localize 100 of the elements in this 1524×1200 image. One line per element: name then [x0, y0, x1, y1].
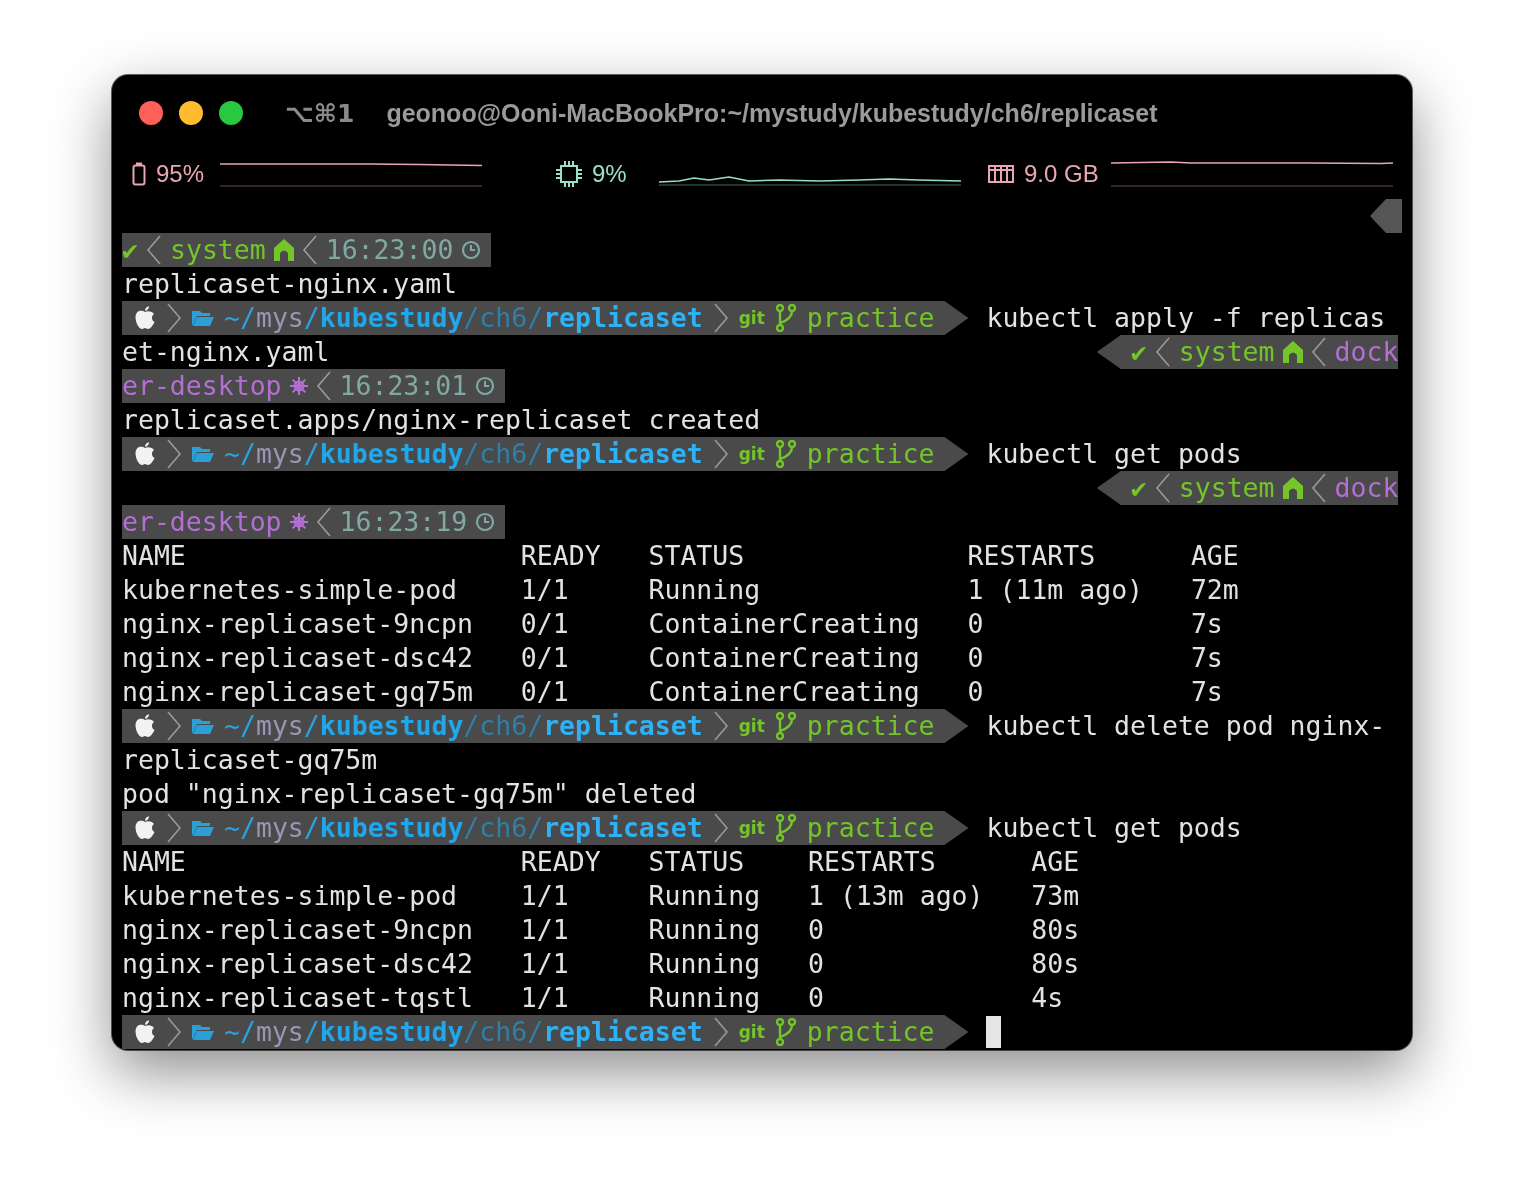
folder-icon [192, 310, 214, 326]
chevron-right-icon [712, 813, 729, 843]
cluster-name: er-desktop [122, 505, 282, 539]
path-text: ~/mys/kubestudy/ch6/replicaset [224, 1015, 703, 1049]
branch-icon [774, 440, 797, 468]
table-cell: 73m [1031, 880, 1080, 911]
branch-name: practice [806, 1015, 935, 1049]
table-cell: nginx-replicaset-dsc42 [122, 642, 473, 673]
column-header: READY [520, 846, 601, 877]
column-header: RESTARTS [808, 846, 936, 877]
column-header: READY [520, 540, 601, 571]
chevron-right-icon [166, 1017, 182, 1047]
output-text: replicaset-nginx.yaml [122, 267, 458, 301]
memory-value: 9.0 GB [1024, 160, 1099, 188]
chevron-right-icon [712, 711, 729, 741]
table-cell: 7s [1190, 676, 1223, 707]
ship-wheel-icon [289, 513, 308, 531]
window-title: geonoo@Ooni-MacBookPro:~/mystudy/kubestudy/ch6/replicaset [386, 98, 1158, 128]
path-text: ~/mys/kubestudy/ch6/replicaset [224, 301, 703, 335]
table-cell: Running [648, 880, 761, 911]
table-cell: Running [648, 982, 761, 1013]
branch-name: practice [806, 811, 935, 845]
clock-icon [475, 512, 496, 532]
zoom-button[interactable] [219, 101, 243, 125]
table-cell: 7s [1190, 608, 1223, 639]
table-cell: 4s [1031, 982, 1064, 1013]
home-icon [1282, 477, 1303, 499]
folder-icon [192, 718, 214, 734]
path-text: ~/mys/kubestudy/ch6/replicaset [224, 709, 703, 743]
table-cell: 0 [808, 914, 824, 945]
table-cell: 1/1 [520, 880, 569, 911]
table-cell: nginx-replicaset-9ncpn [122, 608, 473, 639]
memory-icon [988, 164, 1014, 184]
cluster-name: er-desktop [122, 369, 282, 403]
apple-icon [134, 1020, 156, 1044]
close-button[interactable] [139, 101, 163, 125]
chevron-right-icon [166, 813, 182, 843]
chip-icon [556, 161, 582, 187]
status-check: ✔ [122, 233, 138, 267]
table-cell: 1/1 [520, 914, 569, 945]
scroll-marker-icon [1370, 199, 1402, 233]
branch-icon [774, 712, 797, 740]
apple-icon [134, 306, 156, 330]
clock-icon [461, 240, 482, 260]
git-label: git [738, 307, 765, 330]
table-cell: 0 [967, 608, 984, 639]
column-header: STATUS [648, 846, 745, 877]
context-name: system [1178, 335, 1275, 369]
status-check: ✔ [1130, 471, 1147, 505]
path-text: ~/mys/kubestudy/ch6/replicaset [224, 437, 703, 471]
home-icon [273, 239, 294, 261]
table-cell: 1/1 [520, 948, 569, 979]
table-cell: 0 [967, 642, 984, 673]
table-cell: 0/1 [520, 608, 569, 639]
git-label: git [738, 1021, 765, 1044]
folder-icon [192, 1024, 214, 1040]
table-cell: nginx-replicaset-9ncpn [122, 914, 473, 945]
time-text: 16:23:19 [339, 505, 468, 539]
command-text: kubectl get pods [986, 811, 1242, 845]
time-text: 16:23:00 [325, 233, 454, 267]
command-text: kubectl apply -f replicas [986, 301, 1386, 335]
tab-shortcut: ⌥⌘1 [285, 98, 355, 128]
chevron-left-icon [301, 235, 318, 265]
column-header: AGE [1031, 846, 1080, 877]
output-text: et-nginx.yaml [122, 335, 330, 369]
chevron-right-icon [712, 439, 729, 469]
context-name: system [1178, 471, 1275, 505]
cluster-name: dock [1334, 471, 1399, 505]
apple-icon [134, 816, 156, 840]
chevron-left-icon [1310, 337, 1327, 367]
apple-icon [134, 442, 156, 466]
chevron-right-icon [712, 1017, 729, 1047]
table-cell: Running [648, 948, 761, 979]
output-text: replicaset.apps/nginx-replicaset created [122, 403, 761, 437]
chevron-left-icon [315, 507, 332, 537]
context-name: system [169, 233, 266, 267]
column-header: STATUS [648, 540, 745, 571]
branch-icon [774, 814, 797, 842]
table-cell: kubernetes-simple-pod [122, 880, 458, 911]
table-cell: nginx-replicaset-gq75m [122, 676, 473, 707]
column-header: RESTARTS [967, 540, 1096, 571]
status-check: ✔ [1130, 335, 1147, 369]
table-cell: 0 [967, 676, 984, 707]
table-cell: 72m [1190, 574, 1239, 605]
table-cell: 1/1 [520, 982, 569, 1013]
home-icon [1282, 341, 1303, 363]
chevron-right-icon [166, 303, 182, 333]
chevron-right-icon [712, 303, 729, 333]
minimize-button[interactable] [179, 101, 203, 125]
chevron-right-icon [166, 711, 182, 741]
branch-name: practice [806, 437, 935, 471]
git-label: git [738, 817, 765, 840]
path-text: ~/mys/kubestudy/ch6/replicaset [224, 811, 703, 845]
command-text: kubectl get pods [986, 437, 1242, 471]
chevron-left-icon [1154, 337, 1171, 367]
branch-name: practice [806, 709, 935, 743]
table-cell: ContainerCreating [648, 676, 920, 707]
chevron-left-icon [315, 371, 332, 401]
table-cell: nginx-replicaset-dsc42 [122, 948, 473, 979]
chevron-left-icon [145, 235, 162, 265]
